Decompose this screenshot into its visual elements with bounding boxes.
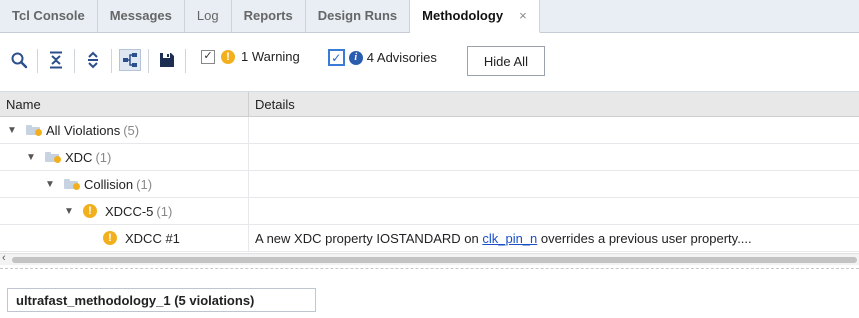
toolbar-divider bbox=[148, 49, 149, 73]
toolbar-divider bbox=[74, 49, 75, 73]
tree-count: (1) bbox=[136, 176, 153, 192]
hide-all-button[interactable]: Hide All bbox=[466, 46, 545, 76]
collapse-all-icon[interactable] bbox=[45, 49, 67, 71]
tree-label: Collision bbox=[84, 176, 134, 192]
column-header-name[interactable]: Name bbox=[0, 91, 249, 117]
scroll-left-icon[interactable]: ‹ bbox=[2, 252, 6, 264]
tab-messages[interactable]: Messages bbox=[98, 0, 185, 32]
violation-details: A new XDC property IOSTANDARD on clk_pin… bbox=[249, 231, 859, 246]
folder-warning-icon bbox=[26, 125, 42, 136]
warning-icon: ! bbox=[221, 49, 235, 64]
tab-label: Reports bbox=[243, 8, 293, 23]
search-icon[interactable] bbox=[8, 49, 30, 71]
chevron-down-icon[interactable]: ▼ bbox=[6, 125, 18, 136]
tab-label: Design Runs bbox=[317, 8, 398, 23]
tab-log[interactable]: Log bbox=[185, 0, 232, 32]
details-text-suffix: overrides a previous user property.... bbox=[537, 230, 752, 246]
details-text: A new XDC property IOSTANDARD on bbox=[255, 230, 483, 246]
tree-count: (1) bbox=[156, 203, 173, 219]
violations-tree: ▼ All Violations (5) ▼ XDC (1) ▼ Collisi… bbox=[0, 116, 859, 252]
tab-bar: Tcl Console Messages Log Reports Design … bbox=[0, 0, 859, 33]
folder-warning-icon bbox=[45, 152, 61, 163]
column-header-details[interactable]: Details bbox=[249, 92, 295, 117]
group-by-icon[interactable] bbox=[119, 49, 141, 71]
tree-count: (5) bbox=[123, 122, 140, 138]
table-header: Name Details bbox=[0, 91, 859, 117]
toolbar-divider bbox=[111, 49, 112, 73]
advisory-filter[interactable]: ✓ i 4 Advisories bbox=[327, 49, 437, 66]
tree-count: (1) bbox=[95, 149, 112, 165]
tab-label: Tcl Console bbox=[12, 8, 85, 23]
warning-checkbox[interactable]: ✓ bbox=[201, 49, 215, 64]
advisory-filter-label: 4 Advisories bbox=[366, 50, 437, 65]
tab-label: Messages bbox=[109, 8, 172, 23]
tab-label: Methodology bbox=[422, 8, 504, 23]
tree-label: XDCC-5 bbox=[105, 203, 154, 219]
toolbar: ✓ ! 1 Warning ✓ i 4 Advisories Hide All bbox=[0, 34, 859, 92]
tree-row-xdc[interactable]: ▼ XDC (1) bbox=[0, 143, 859, 171]
warning-icon: ! bbox=[103, 231, 117, 245]
chevron-down-icon[interactable]: ▼ bbox=[44, 179, 56, 190]
tree-label: XDCC #1 bbox=[125, 230, 180, 246]
tab-design-runs[interactable]: Design Runs bbox=[306, 0, 411, 32]
tree-label: All Violations bbox=[46, 122, 121, 138]
report-tab-ultrafast-methodology[interactable]: ultrafast_methodology_1 (5 violations) bbox=[7, 288, 316, 312]
warning-filter-label: 1 Warning bbox=[241, 49, 300, 64]
tree-row-xdcc-5[interactable]: ▼ ! XDCC-5 (1) bbox=[0, 197, 859, 225]
toolbar-divider bbox=[185, 49, 186, 73]
tree-row-collision[interactable]: ▼ Collision (1) bbox=[0, 170, 859, 198]
tab-tcl-console[interactable]: Tcl Console bbox=[0, 0, 98, 32]
advisory-checkbox[interactable]: ✓ bbox=[327, 49, 345, 66]
horizontal-scrollbar[interactable]: ‹ bbox=[0, 252, 859, 265]
tab-label: Log bbox=[196, 8, 219, 23]
folder-warning-icon bbox=[64, 179, 80, 190]
warning-filter[interactable]: ✓ ! 1 Warning bbox=[201, 49, 300, 64]
info-icon: i bbox=[348, 50, 363, 65]
warning-icon: ! bbox=[83, 204, 97, 218]
scrollbar-thumb[interactable] bbox=[12, 257, 857, 263]
tab-reports[interactable]: Reports bbox=[232, 0, 306, 32]
tree-row-all-violations[interactable]: ▼ All Violations (5) bbox=[0, 116, 859, 144]
toolbar-divider bbox=[37, 49, 38, 73]
divider bbox=[0, 268, 859, 269]
close-icon[interactable]: × bbox=[519, 8, 527, 23]
save-icon[interactable] bbox=[156, 49, 178, 71]
clk-pin-n-link[interactable]: clk_pin_n bbox=[482, 231, 537, 246]
chevron-down-icon[interactable]: ▼ bbox=[63, 206, 75, 217]
expand-all-icon[interactable] bbox=[82, 49, 104, 71]
tab-methodology[interactable]: Methodology × bbox=[410, 0, 540, 33]
tree-row-xdcc-1[interactable]: ! XDCC #1 A new XDC property IOSTANDARD … bbox=[0, 224, 859, 252]
chevron-down-icon[interactable]: ▼ bbox=[25, 152, 37, 163]
methodology-panel: Tcl Console Messages Log Reports Design … bbox=[0, 0, 859, 318]
tree-label: XDC bbox=[65, 149, 93, 165]
